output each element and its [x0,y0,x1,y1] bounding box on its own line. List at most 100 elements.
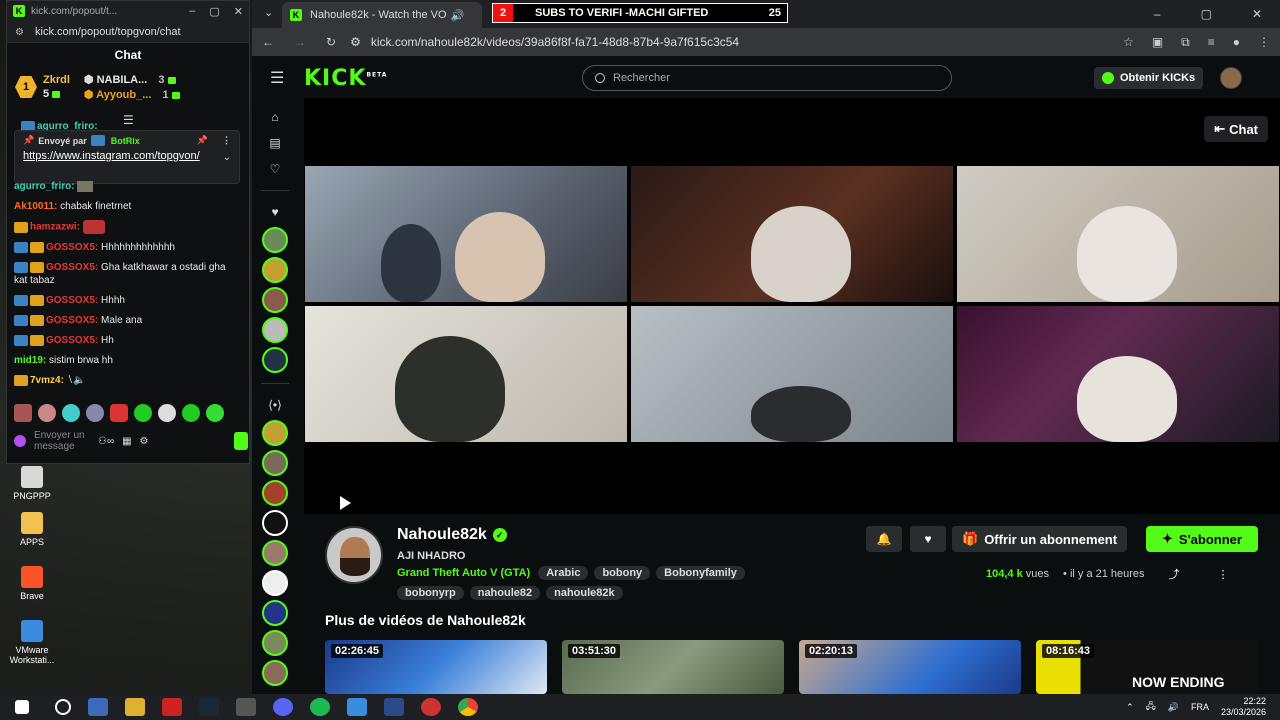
collapse-icon[interactable]: ☰ [123,113,134,127]
play-icon[interactable] [340,496,351,510]
tray-overflow-icon[interactable]: ⌃ [1126,702,1134,713]
vmware-icon[interactable] [347,698,367,716]
chat-username[interactable]: GOSSOX5: [46,242,98,253]
emote-icon[interactable] [182,404,200,422]
search-icon[interactable] [55,699,71,715]
app-icon-r[interactable] [88,698,108,716]
desktop-icon-brave[interactable]: Brave [8,566,56,601]
channel-avatar[interactable] [325,526,383,584]
close-icon[interactable]: ✕ [1252,7,1262,21]
home-icon[interactable]: ⌂ [267,110,283,124]
forward-icon[interactable]: → [294,35,306,49]
get-kicks-button[interactable]: Obtenir KICKs [1094,67,1204,89]
chrome-icon[interactable] [458,698,478,716]
hamburger-icon[interactable]: ☰ [270,68,286,88]
recommended-channel-avatar[interactable] [262,510,288,536]
leader-first-name[interactable]: Zkrdl [43,74,70,86]
recommended-channel-avatar[interactable] [262,540,288,566]
chat-username[interactable]: 7vmz4: [30,375,64,386]
chat-input[interactable]: Envoyer un message [34,430,90,452]
chat-username[interactable]: GOSSOX5: [46,262,98,273]
gift-subscription-button[interactable]: 🎁 Offrir un abonnement [952,526,1128,552]
pinned-bot-name[interactable]: BotRix [111,136,140,146]
obs-icon[interactable] [421,698,441,716]
gear-icon[interactable]: ⚙ [140,436,149,447]
chevron-down-icon[interactable]: ⌄ [223,152,231,163]
site-settings-icon[interactable]: ⚙ [15,27,27,38]
desktop-icon-apps[interactable]: APPS [8,512,56,547]
media-icon[interactable]: ≡ [1208,35,1215,50]
live-icon[interactable]: ⟨•⟩ [267,398,283,412]
channel-name[interactable]: Nahoule82k [397,526,487,544]
network-icon[interactable]: 🖧 [1146,699,1156,715]
followed-channel-avatar[interactable] [262,317,288,343]
emote-icon[interactable] [158,404,176,422]
desktop-icon-pngppp[interactable]: PNGPPP [8,466,56,501]
emote-icon[interactable] [134,404,152,422]
tab-active[interactable]: K Nahoule82k - Watch the VO 🔊 [282,2,482,28]
back-icon[interactable]: ← [262,35,274,49]
follow-heart-button[interactable]: ♥ [910,526,946,552]
extensions-icon[interactable]: ⧉ [1181,35,1190,50]
unpin-icon[interactable]: 📌 [197,135,208,146]
audio-icon[interactable]: 🔊 [451,9,465,22]
profile-icon[interactable]: ● [1233,35,1240,50]
clock[interactable]: 22:22 23/03/2026 [1221,696,1266,718]
subscribe-button[interactable]: ✦ S'abonner [1146,526,1258,552]
minimize-icon[interactable]: – [189,5,195,18]
discord-icon[interactable] [273,698,293,716]
recommended-channel-avatar[interactable] [262,600,288,626]
video-player[interactable]: ⇤ Chat [304,98,1280,514]
steam-icon[interactable] [199,698,219,716]
emote-icon[interactable] [110,404,128,422]
volume-icon[interactable]: 🔊 [1168,702,1179,713]
maximize-icon[interactable]: ▢ [209,5,219,18]
voicemeeter-icon[interactable] [162,698,182,716]
video-thumbnail[interactable]: 03:51:30 [562,640,784,694]
spotify-icon[interactable] [310,698,330,716]
more-icon[interactable]: ⋮ [222,135,231,146]
screenshot-icon[interactable]: ▣ [1152,35,1163,50]
followed-channel-avatar[interactable] [262,227,288,253]
leader-second-name[interactable]: NABILA... [97,74,148,86]
menu-icon[interactable]: ⋮ [1258,35,1270,50]
popup-url[interactable]: kick.com/popout/topgvon/chat [35,26,181,38]
chat-username[interactable]: agurro_friro: [14,181,75,192]
emote-icon[interactable] [38,404,56,422]
followed-channel-avatar[interactable] [262,347,288,373]
epic-games-icon[interactable] [236,698,256,716]
windows-start-icon[interactable] [15,700,29,714]
emote-icon[interactable] [86,404,104,422]
reload-icon[interactable]: ↻ [326,35,336,49]
site-info-icon[interactable]: ⚙ [350,35,361,49]
chat-username[interactable]: mid19: [14,355,46,366]
chat-username[interactable]: GOSSOX5: [46,335,98,346]
minimize-icon[interactable]: – [1154,7,1161,21]
chat-username[interactable]: GOSSOX5: [46,315,98,326]
language-indicator[interactable]: FRA [1191,702,1209,712]
recommended-channel-avatar[interactable] [262,450,288,476]
url-input[interactable]: kick.com/nahoule82k/videos/39a86f8f-fa71… [361,35,1123,49]
category-link[interactable]: Grand Theft Auto V (GTA) [397,567,530,579]
following-icon[interactable]: ♡ [267,162,283,176]
followed-channel-avatar[interactable] [262,287,288,313]
send-button[interactable] [234,432,248,450]
emote-icon[interactable] [206,404,224,422]
users-icon[interactable]: ⚇∞ [98,436,114,447]
maximize-icon[interactable]: ▢ [1201,7,1212,21]
heart-icon[interactable]: ♥ [267,205,283,219]
store-icon[interactable]: ▦ [122,436,131,447]
user-avatar[interactable] [1220,67,1242,89]
tag[interactable]: bobonyrp [397,586,464,600]
pinned-link[interactable]: https://www.instagram.com/topgvon/ [23,150,209,163]
kick-logo[interactable]: KICKBETA [304,66,387,91]
video-thumbnail[interactable]: 08:16:43 NOW ENDING [1036,640,1258,694]
microphone-icon[interactable] [14,435,26,447]
emote-icon[interactable] [62,404,80,422]
recommended-channel-avatar[interactable] [262,420,288,446]
recommended-channel-avatar[interactable] [262,660,288,686]
video-thumbnail[interactable]: 02:20:13 [799,640,1021,694]
star-icon[interactable]: ☆ [1123,35,1134,50]
recommended-channel-avatar[interactable] [262,630,288,656]
app-icon-a[interactable] [384,698,404,716]
